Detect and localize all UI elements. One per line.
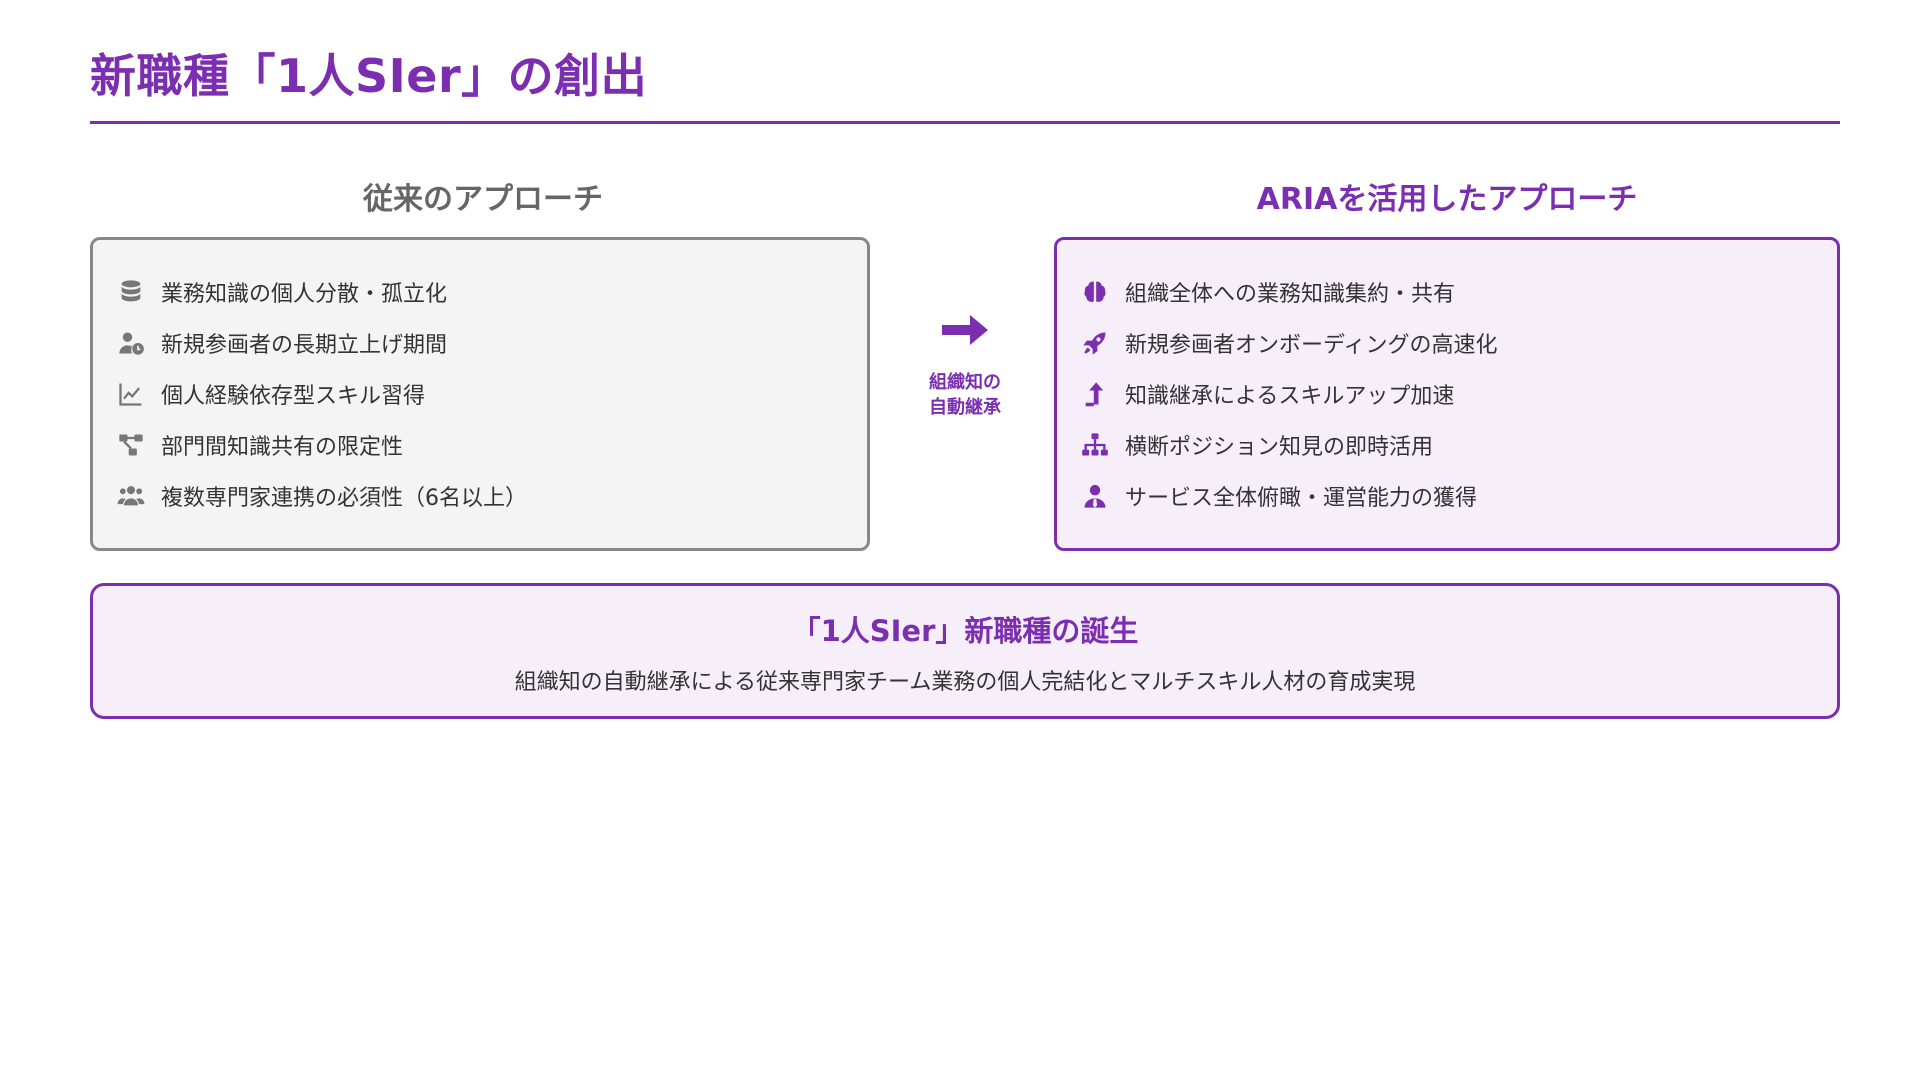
slide: 新職種「1人SIer」の創出 従来のアプローチ ARIAを活用したアプローチ 業… bbox=[90, 0, 1840, 1080]
list-item-label: 業務知識の個人分散・孤立化 bbox=[161, 281, 448, 307]
list-item: 知識継承によるスキルアップ加速 bbox=[1079, 368, 1837, 419]
list-item: 業務知識の個人分散・孤立化 bbox=[115, 266, 867, 317]
transition-label: 組織知の 自動継承 bbox=[910, 370, 1020, 420]
list-item-label: 新規参画者オンボーディングの高速化 bbox=[1125, 332, 1498, 358]
users-icon bbox=[115, 480, 147, 512]
list-item: 横断ポジション知見の即時活用 bbox=[1079, 419, 1837, 470]
transition-arrow: 組織知の 自動継承 bbox=[910, 310, 1020, 420]
line-chart-icon bbox=[115, 378, 147, 410]
conventional-approach-panel: 業務知識の個人分散・孤立化 新規参画者の長期立上げ期間 個人経験依存型スキル習得… bbox=[90, 237, 870, 551]
page-title: 新職種「1人SIer」の創出 bbox=[90, 49, 648, 103]
list-item-label: 横断ポジション知見の即時活用 bbox=[1125, 434, 1434, 460]
list-item: 部門間知識共有の限定性 bbox=[115, 419, 867, 470]
transition-label-line2: 自動継承 bbox=[929, 397, 1001, 418]
transition-label-line1: 組織知の bbox=[929, 372, 1001, 393]
brain-icon bbox=[1079, 276, 1111, 308]
arrow-right-icon bbox=[942, 315, 988, 345]
list-item-label: 組織全体への業務知識集約・共有 bbox=[1125, 281, 1456, 307]
user-tie-icon bbox=[1079, 480, 1111, 512]
list-item: 新規参画者オンボーディングの高速化 bbox=[1079, 317, 1837, 368]
list-item: サービス全体俯瞰・運営能力の獲得 bbox=[1079, 470, 1837, 521]
list-item-label: 部門間知識共有の限定性 bbox=[161, 434, 404, 460]
list-item-label: 複数専門家連携の必須性（6名以上） bbox=[161, 485, 527, 511]
conventional-list: 業務知識の個人分散・孤立化 新規参画者の長期立上げ期間 個人経験依存型スキル習得… bbox=[93, 240, 867, 521]
list-item: 新規参画者の長期立上げ期間 bbox=[115, 317, 867, 368]
summary-text: 組織知の自動継承による従来専門家チーム業務の個人完結化とマルチスキル人材の育成実… bbox=[514, 670, 1416, 695]
aria-approach-panel: 組織全体への業務知識集約・共有 新規参画者オンボーディングの高速化 知識継承によ… bbox=[1054, 237, 1840, 551]
rocket-icon bbox=[1079, 327, 1111, 359]
list-item-label: 新規参画者の長期立上げ期間 bbox=[161, 332, 448, 358]
list-item: 組織全体への業務知識集約・共有 bbox=[1079, 266, 1837, 317]
summary-box: 「1人SIer」新職種の誕生 組織知の自動継承による従来専門家チーム業務の個人完… bbox=[90, 583, 1840, 719]
user-clock-icon bbox=[115, 327, 147, 359]
list-item-label: 知識継承によるスキルアップ加速 bbox=[1125, 383, 1455, 409]
sitemap-icon bbox=[1079, 429, 1111, 461]
aria-list: 組織全体への業務知識集約・共有 新規参画者オンボーディングの高速化 知識継承によ… bbox=[1057, 240, 1837, 521]
title-divider bbox=[90, 121, 1840, 124]
left-column-heading: 従来のアプローチ bbox=[363, 182, 603, 217]
list-item: 複数専門家連携の必須性（6名以上） bbox=[115, 470, 867, 521]
right-column-heading: ARIAを活用したアプローチ bbox=[1256, 182, 1638, 217]
level-up-arrow-icon bbox=[1079, 378, 1111, 410]
list-item: 個人経験依存型スキル習得 bbox=[115, 368, 867, 419]
list-item-label: サービス全体俯瞰・運営能力の獲得 bbox=[1125, 485, 1478, 511]
summary-title: 「1人SIer」新職種の誕生 bbox=[791, 614, 1139, 648]
project-diagram-icon bbox=[115, 429, 147, 461]
list-item-label: 個人経験依存型スキル習得 bbox=[161, 383, 426, 409]
database-icon bbox=[115, 276, 147, 308]
